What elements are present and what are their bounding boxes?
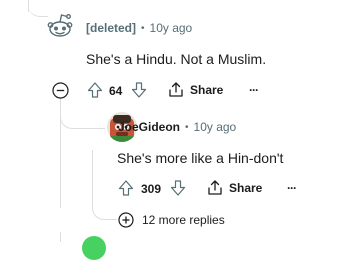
parent-separator: •	[141, 22, 145, 34]
parent-comment-text: She's a Hindu. Not a Muslim.	[86, 51, 267, 67]
more-replies-button[interactable]: 12 more replies	[118, 212, 225, 228]
reply-comment-text: She's more like a Hin-don't	[117, 150, 284, 166]
more-replies-label: 12 more replies	[142, 213, 225, 227]
reply-vote-count: 309	[141, 182, 162, 196]
expand-plus-icon	[118, 212, 134, 228]
more-replies-curve	[92, 196, 117, 220]
collapse-minus-icon[interactable]	[52, 82, 69, 99]
share-icon	[207, 179, 223, 196]
parent-timestamp[interactable]: 10y ago	[150, 21, 193, 35]
parent-comment-header: [deleted] • 10y ago	[86, 21, 192, 35]
parent-vote-count: 64	[109, 84, 123, 98]
parent-more-options-icon[interactable]: ···	[249, 83, 259, 97]
parent-downvote-icon[interactable]	[131, 81, 147, 99]
reply-share-label: Share	[229, 180, 263, 195]
bottom-thread-line	[60, 232, 61, 242]
reply-thread-curve	[60, 100, 105, 129]
reply-share-button[interactable]: Share	[207, 179, 262, 196]
reply-timestamp[interactable]: 10y ago	[194, 120, 237, 134]
next-comment-avatar[interactable]	[82, 236, 106, 260]
reply-downvote-icon[interactable]	[170, 179, 186, 197]
parent-share-label: Share	[190, 82, 224, 97]
reply-separator: •	[185, 121, 189, 133]
parent-share-button[interactable]: Share	[168, 81, 223, 98]
reply-author[interactable]: JoeGideon	[118, 120, 180, 134]
reply-upvote-icon[interactable]	[118, 179, 134, 197]
snoo-avatar-icon[interactable]	[44, 10, 76, 42]
share-icon	[168, 81, 184, 98]
parent-author[interactable]: [deleted]	[86, 21, 136, 35]
reply-more-options-icon[interactable]: ···	[287, 181, 297, 195]
parent-upvote-icon[interactable]	[87, 81, 103, 99]
reply-comment-header: JoeGideon • 10y ago	[118, 120, 236, 134]
